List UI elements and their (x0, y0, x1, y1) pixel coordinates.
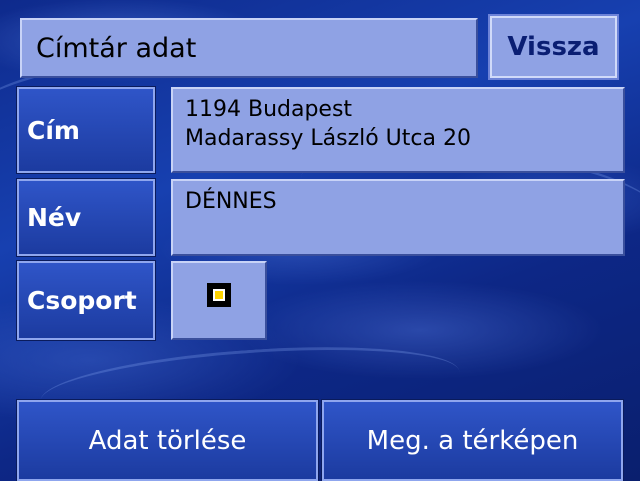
address-line-2: Madarassy László Utca 20 (185, 126, 471, 151)
address-line-1: 1194 Budapest (185, 97, 353, 122)
show-on-map-button[interactable]: Meg. a térképen (321, 399, 624, 481)
delete-entry-button[interactable]: Adat törlése (16, 399, 319, 481)
back-button[interactable]: Vissza (488, 14, 619, 80)
name-value: DÉNNES (185, 189, 277, 214)
name-field[interactable]: DÉNNES (171, 179, 625, 256)
name-label-button[interactable]: Név (16, 178, 156, 257)
group-field[interactable] (171, 261, 267, 340)
group-color-icon (207, 283, 231, 307)
page-title-text: Címtár adat (36, 32, 197, 64)
group-color-inner (213, 289, 225, 301)
address-label-button[interactable]: Cím (16, 86, 156, 174)
address-field[interactable]: 1194 Budapest Madarassy László Utca 20 (171, 87, 625, 173)
page-title: Címtár adat (20, 18, 478, 78)
group-label-button[interactable]: Csoport (16, 260, 156, 341)
